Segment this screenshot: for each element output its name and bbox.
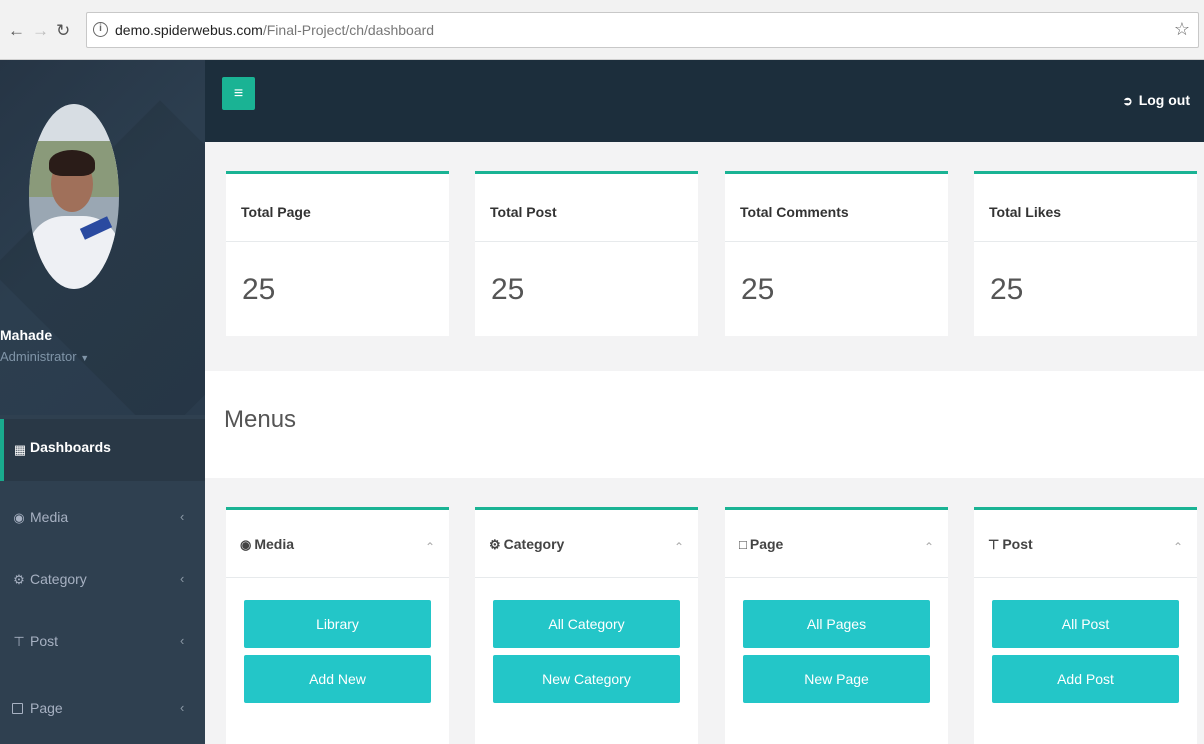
stat-value: 25 [491, 273, 525, 306]
sidebar: Mahade Administrator ▼ ▦ Dashboards ◉ Me… [0, 60, 205, 744]
top-navbar: ≡ ➲ Log out [205, 60, 1204, 142]
new-category-button[interactable]: New Category [493, 655, 680, 703]
user-role-dropdown[interactable]: Administrator ▼ [0, 349, 89, 364]
url-path: /Final-Project/ch/dashboard [262, 22, 435, 38]
sidebar-item-label: Page [30, 700, 63, 716]
chevron-up-icon[interactable]: ⌃ [924, 540, 934, 554]
menu-card-title-text: Media [254, 536, 295, 552]
stat-value: 25 [990, 273, 1024, 306]
menu-card-category: ⚙ Category ⌃ All Category New Category [475, 507, 698, 744]
menu-card-title: ◉ Media [240, 536, 294, 553]
menus-header: Menus [205, 371, 1204, 478]
stat-card-total-page: Total Page 25 [226, 171, 449, 336]
sidebar-item-label: Dashboards [30, 439, 111, 455]
chevron-left-icon: ‹ [180, 509, 185, 524]
add-new-media-button[interactable]: Add New [244, 655, 431, 703]
sidebar-item-category[interactable]: ⚙ Category ‹ [0, 549, 205, 611]
logout-label: Log out [1138, 92, 1190, 108]
cogs-icon: ⚙ [489, 537, 501, 552]
chevron-up-icon[interactable]: ⌃ [1173, 540, 1183, 554]
sidebar-item-label: Post [30, 633, 59, 649]
forward-icon[interactable]: → [32, 22, 49, 39]
add-post-button[interactable]: Add Post [992, 655, 1179, 703]
menu-card-title: □ Page [739, 536, 783, 552]
sidebar-item-label: Media [30, 509, 69, 525]
menu-card-title-text: Category [503, 536, 565, 552]
grid-icon: ▦ [13, 442, 27, 457]
profile-panel: Mahade Administrator ▼ [0, 60, 205, 415]
file-icon [12, 703, 23, 714]
chevron-left-icon: ‹ [180, 700, 185, 715]
user-name: Mahade [0, 327, 53, 343]
menu-card-media: ◉ Media ⌃ Library Add New [226, 507, 449, 744]
menu-card-title: ⊤ Post [988, 536, 1033, 553]
caret-down-icon: ▼ [80, 353, 90, 363]
menu-card-title-text: Post [1002, 536, 1033, 552]
menus-title: Menus [224, 406, 297, 433]
stat-card-total-comments: Total Comments 25 [725, 171, 948, 336]
all-post-button[interactable]: All Post [992, 600, 1179, 648]
pin-icon: ⊤ [988, 537, 1000, 552]
info-icon[interactable]: i [93, 22, 108, 37]
sidebar-item-label: Category [30, 571, 87, 587]
menu-toggle-button[interactable]: ≡ [222, 77, 255, 110]
stat-title: Total Comments [740, 204, 849, 220]
file-icon: □ [739, 537, 747, 552]
sidebar-item-media[interactable]: ◉ Media ‹ [0, 487, 205, 549]
library-button[interactable]: Library [244, 600, 431, 648]
sidebar-item-page[interactable]: Page ‹ [0, 678, 205, 740]
sidebar-item-dashboards[interactable]: ▦ Dashboards [0, 419, 205, 481]
sidebar-item-post[interactable]: ⊤ Post ‹ [0, 611, 205, 673]
user-role: Administrator [0, 349, 77, 364]
bookmark-star-icon[interactable]: ☆ [1174, 19, 1190, 40]
menu-card-post: ⊤ Post ⌃ All Post Add Post [974, 507, 1197, 744]
stat-title: Total Likes [989, 204, 1062, 220]
all-pages-button[interactable]: All Pages [743, 600, 930, 648]
chevron-up-icon[interactable]: ⌃ [425, 540, 435, 554]
sign-out-icon: ➲ [1122, 94, 1133, 108]
stat-value: 25 [741, 273, 775, 306]
camera-icon: ◉ [13, 510, 25, 525]
menu-card-page: □ Page ⌃ All Pages New Page [725, 507, 948, 744]
stat-value: 25 [242, 273, 276, 306]
menu-card-title-text: Page [749, 536, 784, 552]
pin-icon: ⊤ [13, 634, 25, 649]
chevron-left-icon: ‹ [180, 571, 185, 586]
menu-card-title: ⚙ Category [489, 536, 564, 553]
stat-title: Total Page [241, 204, 311, 220]
address-bar[interactable]: i demo.spiderwebus.com/Final-Project/ch/… [86, 12, 1199, 48]
back-icon[interactable]: ← [8, 22, 25, 39]
url-text: demo.spiderwebus.com/Final-Project/ch/da… [115, 22, 434, 38]
stat-card-total-likes: Total Likes 25 [974, 171, 1197, 336]
new-page-button[interactable]: New Page [743, 655, 930, 703]
chevron-up-icon[interactable]: ⌃ [674, 540, 684, 554]
reload-icon[interactable]: ↻ [56, 22, 70, 39]
hamburger-icon: ≡ [233, 85, 244, 102]
all-category-button[interactable]: All Category [493, 600, 680, 648]
camera-icon: ◉ [240, 537, 252, 552]
stat-card-total-post: Total Post 25 [475, 171, 698, 336]
browser-toolbar: ← → ↻ i demo.spiderwebus.com/Final-Proje… [0, 0, 1204, 60]
chevron-left-icon: ‹ [180, 633, 185, 648]
stat-title: Total Post [490, 204, 557, 220]
cogs-icon: ⚙ [13, 572, 25, 587]
logout-link[interactable]: ➲ Log out [1123, 92, 1190, 108]
avatar[interactable] [29, 104, 119, 289]
url-host: demo.spiderwebus.com [115, 22, 263, 38]
